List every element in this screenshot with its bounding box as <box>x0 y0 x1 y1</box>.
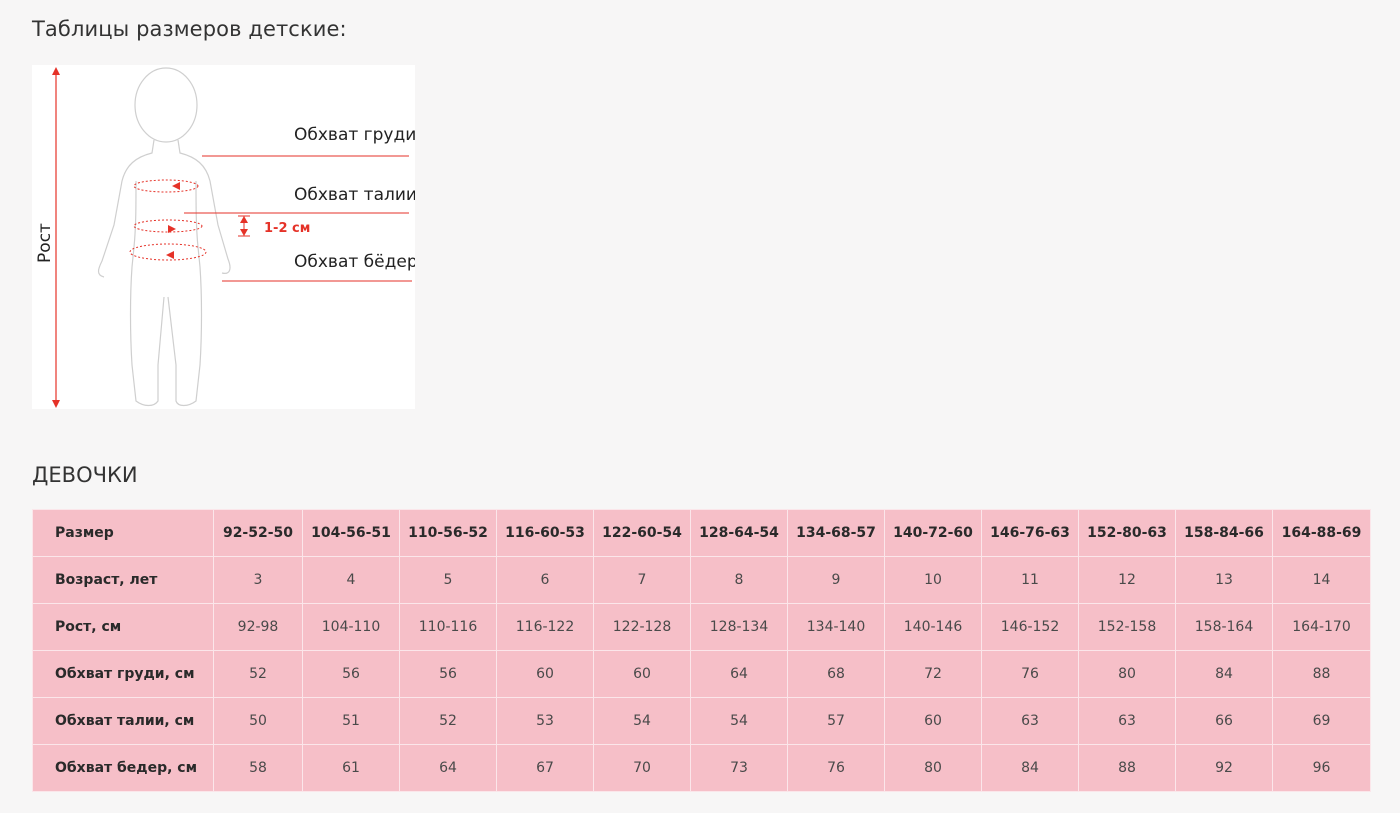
table-cell: 54 <box>593 697 691 745</box>
row-label: Обхват талии, см <box>32 697 214 745</box>
table-cell: 3 <box>213 556 303 604</box>
table-cell: 66 <box>1175 697 1273 745</box>
body-measurement-diagram: Рост Обхват груди Обхват талии 1-2 см Об… <box>32 65 415 409</box>
table-cell: 134-140 <box>787 603 885 651</box>
table-cell: 116-122 <box>496 603 594 651</box>
row-label: Размер <box>32 509 214 557</box>
table-cell: 63 <box>981 697 1079 745</box>
table-cell: 60 <box>884 697 982 745</box>
table-cell: 50 <box>213 697 303 745</box>
table-cell: 60 <box>496 650 594 698</box>
table-cell: 56 <box>302 650 400 698</box>
table-cell: 146-152 <box>981 603 1079 651</box>
table-cell: 53 <box>496 697 594 745</box>
silhouette-outline <box>97 67 231 407</box>
table-cell: 58 <box>213 744 303 792</box>
table-cell: 63 <box>1078 697 1176 745</box>
row-label: Возраст, лет <box>32 556 214 604</box>
size-header-cell: 104-56-51 <box>302 509 400 557</box>
table-cell: 7 <box>593 556 691 604</box>
size-header-cell: 152-80-63 <box>1078 509 1176 557</box>
child-silhouette-illustration: Рост Обхват груди Обхват талии 1-2 см Об… <box>35 67 415 408</box>
table-cell: 8 <box>690 556 788 604</box>
table-cell: 4 <box>302 556 400 604</box>
table-cell: 72 <box>884 650 982 698</box>
table-cell: 88 <box>1272 650 1371 698</box>
chest-label: Обхват груди <box>294 125 415 145</box>
table-cell: 64 <box>690 650 788 698</box>
table-cell: 84 <box>1175 650 1273 698</box>
table-cell: 12 <box>1078 556 1176 604</box>
section-title-girls: ДЕВОЧКИ <box>32 463 138 487</box>
size-header-cell: 92-52-50 <box>213 509 303 557</box>
table-cell: 52 <box>213 650 303 698</box>
table-cell: 80 <box>884 744 982 792</box>
table-row: Возраст, лет 3 4 5 6 7 8 9 10 11 12 13 14 <box>32 556 1371 604</box>
size-header-cell: 122-60-54 <box>593 509 691 557</box>
hips-label: Обхват бёдер <box>294 252 415 272</box>
table-cell: 11 <box>981 556 1079 604</box>
size-header-cell: 128-64-54 <box>690 509 788 557</box>
row-label: Обхват бедер, см <box>32 744 214 792</box>
table-cell: 13 <box>1175 556 1273 604</box>
table-row: Обхват груди, см 52 56 56 60 60 64 68 72 76 80 84 88 <box>32 650 1371 698</box>
size-header-cell: 134-68-57 <box>787 509 885 557</box>
offset-label: 1-2 см <box>264 221 310 236</box>
table-cell: 56 <box>399 650 497 698</box>
table-cell: 152-158 <box>1078 603 1176 651</box>
size-header-cell: 146-76-63 <box>981 509 1079 557</box>
table-cell: 54 <box>690 697 788 745</box>
table-cell: 122-128 <box>593 603 691 651</box>
table-cell: 70 <box>593 744 691 792</box>
size-table: Размер 92-52-50 104-56-51 110-56-52 116-60-5… <box>32 509 1371 792</box>
table-cell: 96 <box>1272 744 1371 792</box>
table-cell: 73 <box>690 744 788 792</box>
table-cell: 10 <box>884 556 982 604</box>
table-cell: 140-146 <box>884 603 982 651</box>
table-cell: 51 <box>302 697 400 745</box>
table-cell: 57 <box>787 697 885 745</box>
table-cell: 110-116 <box>399 603 497 651</box>
table-row: Обхват талии, см 50 51 52 53 54 54 57 60 63 63 66 69 <box>32 697 1371 745</box>
waist-label: Обхват талии <box>294 185 415 205</box>
table-cell: 164-170 <box>1272 603 1371 651</box>
height-label: Рост <box>35 223 55 263</box>
table-cell: 60 <box>593 650 691 698</box>
table-cell: 6 <box>496 556 594 604</box>
table-cell: 80 <box>1078 650 1176 698</box>
size-header-cell: 116-60-53 <box>496 509 594 557</box>
size-header-cell: 164-88-69 <box>1272 509 1371 557</box>
table-cell: 14 <box>1272 556 1371 604</box>
table-cell: 67 <box>496 744 594 792</box>
table-row: Рост, см 92-98 104-110 110-116 116-122 122-12… <box>32 603 1371 651</box>
table-cell: 9 <box>787 556 885 604</box>
height-arrow-bottom <box>52 400 60 408</box>
table-cell: 92-98 <box>213 603 303 651</box>
size-header-cell: 158-84-66 <box>1175 509 1273 557</box>
row-label: Рост, см <box>32 603 214 651</box>
table-cell: 88 <box>1078 744 1176 792</box>
table-header-row: Размер 92-52-50 104-56-51 110-56-52 116-60-5… <box>32 509 1371 557</box>
table-cell: 76 <box>981 650 1079 698</box>
table-row: Обхват бедер, см 58 61 64 67 70 73 76 80 84 88 92 96 <box>32 744 1371 792</box>
table-cell: 5 <box>399 556 497 604</box>
size-header-cell: 110-56-52 <box>399 509 497 557</box>
table-cell: 69 <box>1272 697 1371 745</box>
size-header-cell: 140-72-60 <box>884 509 982 557</box>
table-cell: 76 <box>787 744 885 792</box>
table-cell: 92 <box>1175 744 1273 792</box>
table-cell: 68 <box>787 650 885 698</box>
height-arrow-top <box>52 67 60 75</box>
table-cell: 64 <box>399 744 497 792</box>
table-cell: 84 <box>981 744 1079 792</box>
table-cell: 158-164 <box>1175 603 1273 651</box>
page-title: Таблицы размеров детские: <box>32 17 347 41</box>
table-cell: 61 <box>302 744 400 792</box>
table-cell: 52 <box>399 697 497 745</box>
table-cell: 128-134 <box>690 603 788 651</box>
table-cell: 104-110 <box>302 603 400 651</box>
measurement-ellipses <box>129 179 207 261</box>
measurement-arrowheads <box>166 182 248 259</box>
row-label: Обхват груди, см <box>32 650 214 698</box>
